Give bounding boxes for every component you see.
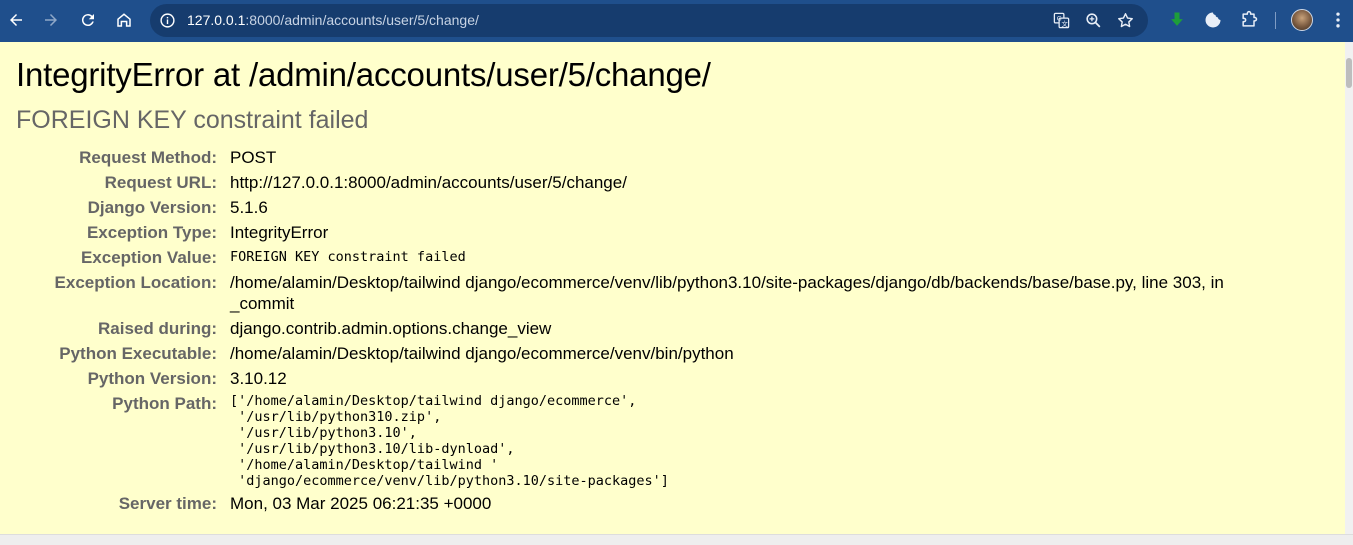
meta-value: /home/alamin/Desktop/tailwind django/eco… [230, 344, 734, 363]
meta-value: http://127.0.0.1:8000/admin/accounts/use… [230, 173, 627, 192]
meta-label: Request Method: [79, 148, 217, 167]
python-path-value: ['/home/alamin/Desktop/tailwind django/e… [230, 393, 669, 489]
extensions-puzzle-icon[interactable] [1239, 10, 1259, 30]
browser-toolbar: 127.0.0.1:8000/admin/accounts/user/5/cha… [0, 0, 1353, 42]
forward-icon[interactable] [39, 8, 63, 32]
translate-icon[interactable]: G文 [1052, 11, 1071, 30]
table-row: Request URL: http://127.0.0.1:8000/admin… [16, 170, 1290, 195]
bookmark-star-icon[interactable] [1116, 11, 1135, 30]
table-row: Raised during: django.contrib.admin.opti… [16, 316, 1290, 341]
meta-label: Python Executable: [59, 344, 217, 363]
scrollbar-thumb[interactable] [1346, 58, 1352, 88]
meta-label: Exception Type: [86, 223, 217, 242]
table-row: Exception Type: IntegrityError [16, 220, 1290, 245]
meta-label: Exception Value: [80, 248, 217, 267]
meta-value: 5.1.6 [230, 198, 268, 217]
table-row: Python Version: 3.10.12 [16, 366, 1290, 391]
meta-value: FOREIGN KEY constraint failed [230, 249, 466, 265]
page-scrollbar[interactable] [1345, 42, 1353, 534]
table-row: Python Executable: /home/alamin/Desktop/… [16, 341, 1290, 366]
zoom-icon[interactable] [1084, 11, 1103, 30]
bottom-edge [0, 534, 1353, 545]
toolbar-divider [1275, 12, 1276, 29]
meta-label: Server time: [118, 494, 217, 513]
reload-icon[interactable] [76, 8, 100, 32]
meta-label: Raised during: [97, 319, 217, 338]
back-icon[interactable] [4, 8, 28, 32]
table-row: Exception Location: /home/alamin/Desktop… [16, 270, 1290, 316]
meta-value: ['/home/alamin/Desktop/tailwind django/e… [230, 391, 1290, 491]
meta-value: /home/alamin/Desktop/tailwind django/eco… [230, 273, 1224, 313]
cookie-extension-icon[interactable] [1203, 10, 1223, 30]
url-host: 127.0.0.1 [187, 12, 246, 28]
table-row: Server time: Mon, 03 Mar 2025 06:21:35 +… [16, 491, 1290, 516]
meta-label: Exception Location: [54, 273, 217, 292]
download-extension-icon[interactable] [1167, 10, 1187, 30]
meta-label: Request URL: [104, 173, 217, 192]
home-icon[interactable] [112, 8, 136, 32]
url-path: :8000/admin/accounts/user/5/change/ [245, 12, 479, 28]
meta-label: Python Version: [87, 369, 217, 388]
meta-label: Python Path: [112, 394, 217, 413]
table-row: Python Path: ['/home/alamin/Desktop/tail… [16, 391, 1290, 491]
address-bar[interactable]: 127.0.0.1:8000/admin/accounts/user/5/cha… [150, 4, 1148, 37]
menu-kebab-icon[interactable] [1328, 10, 1348, 30]
error-page: IntegrityError at /admin/accounts/user/5… [0, 42, 1345, 534]
table-row: Django Version: 5.1.6 [16, 195, 1290, 220]
exception-subtitle: FOREIGN KEY constraint failed [16, 106, 369, 134]
table-row: Exception Value: FOREIGN KEY constraint … [16, 245, 1290, 270]
site-info-icon[interactable] [159, 12, 176, 29]
meta-value: POST [230, 148, 277, 167]
table-row: Request Method: POST [16, 145, 1290, 170]
url-text[interactable]: 127.0.0.1:8000/admin/accounts/user/5/cha… [187, 12, 479, 28]
meta-value: Mon, 03 Mar 2025 06:21:35 +0000 [230, 494, 492, 513]
meta-value: 3.10.12 [230, 369, 287, 388]
request-meta-table: Request Method: POST Request URL: http:/… [16, 145, 1290, 516]
page-title: IntegrityError at /admin/accounts/user/5… [16, 56, 711, 93]
meta-value: IntegrityError [230, 223, 329, 242]
profile-avatar[interactable] [1291, 9, 1313, 31]
meta-label: Django Version: [87, 198, 217, 217]
svg-text:文: 文 [1062, 19, 1069, 28]
meta-value: django.contrib.admin.options.change_view [230, 319, 552, 338]
